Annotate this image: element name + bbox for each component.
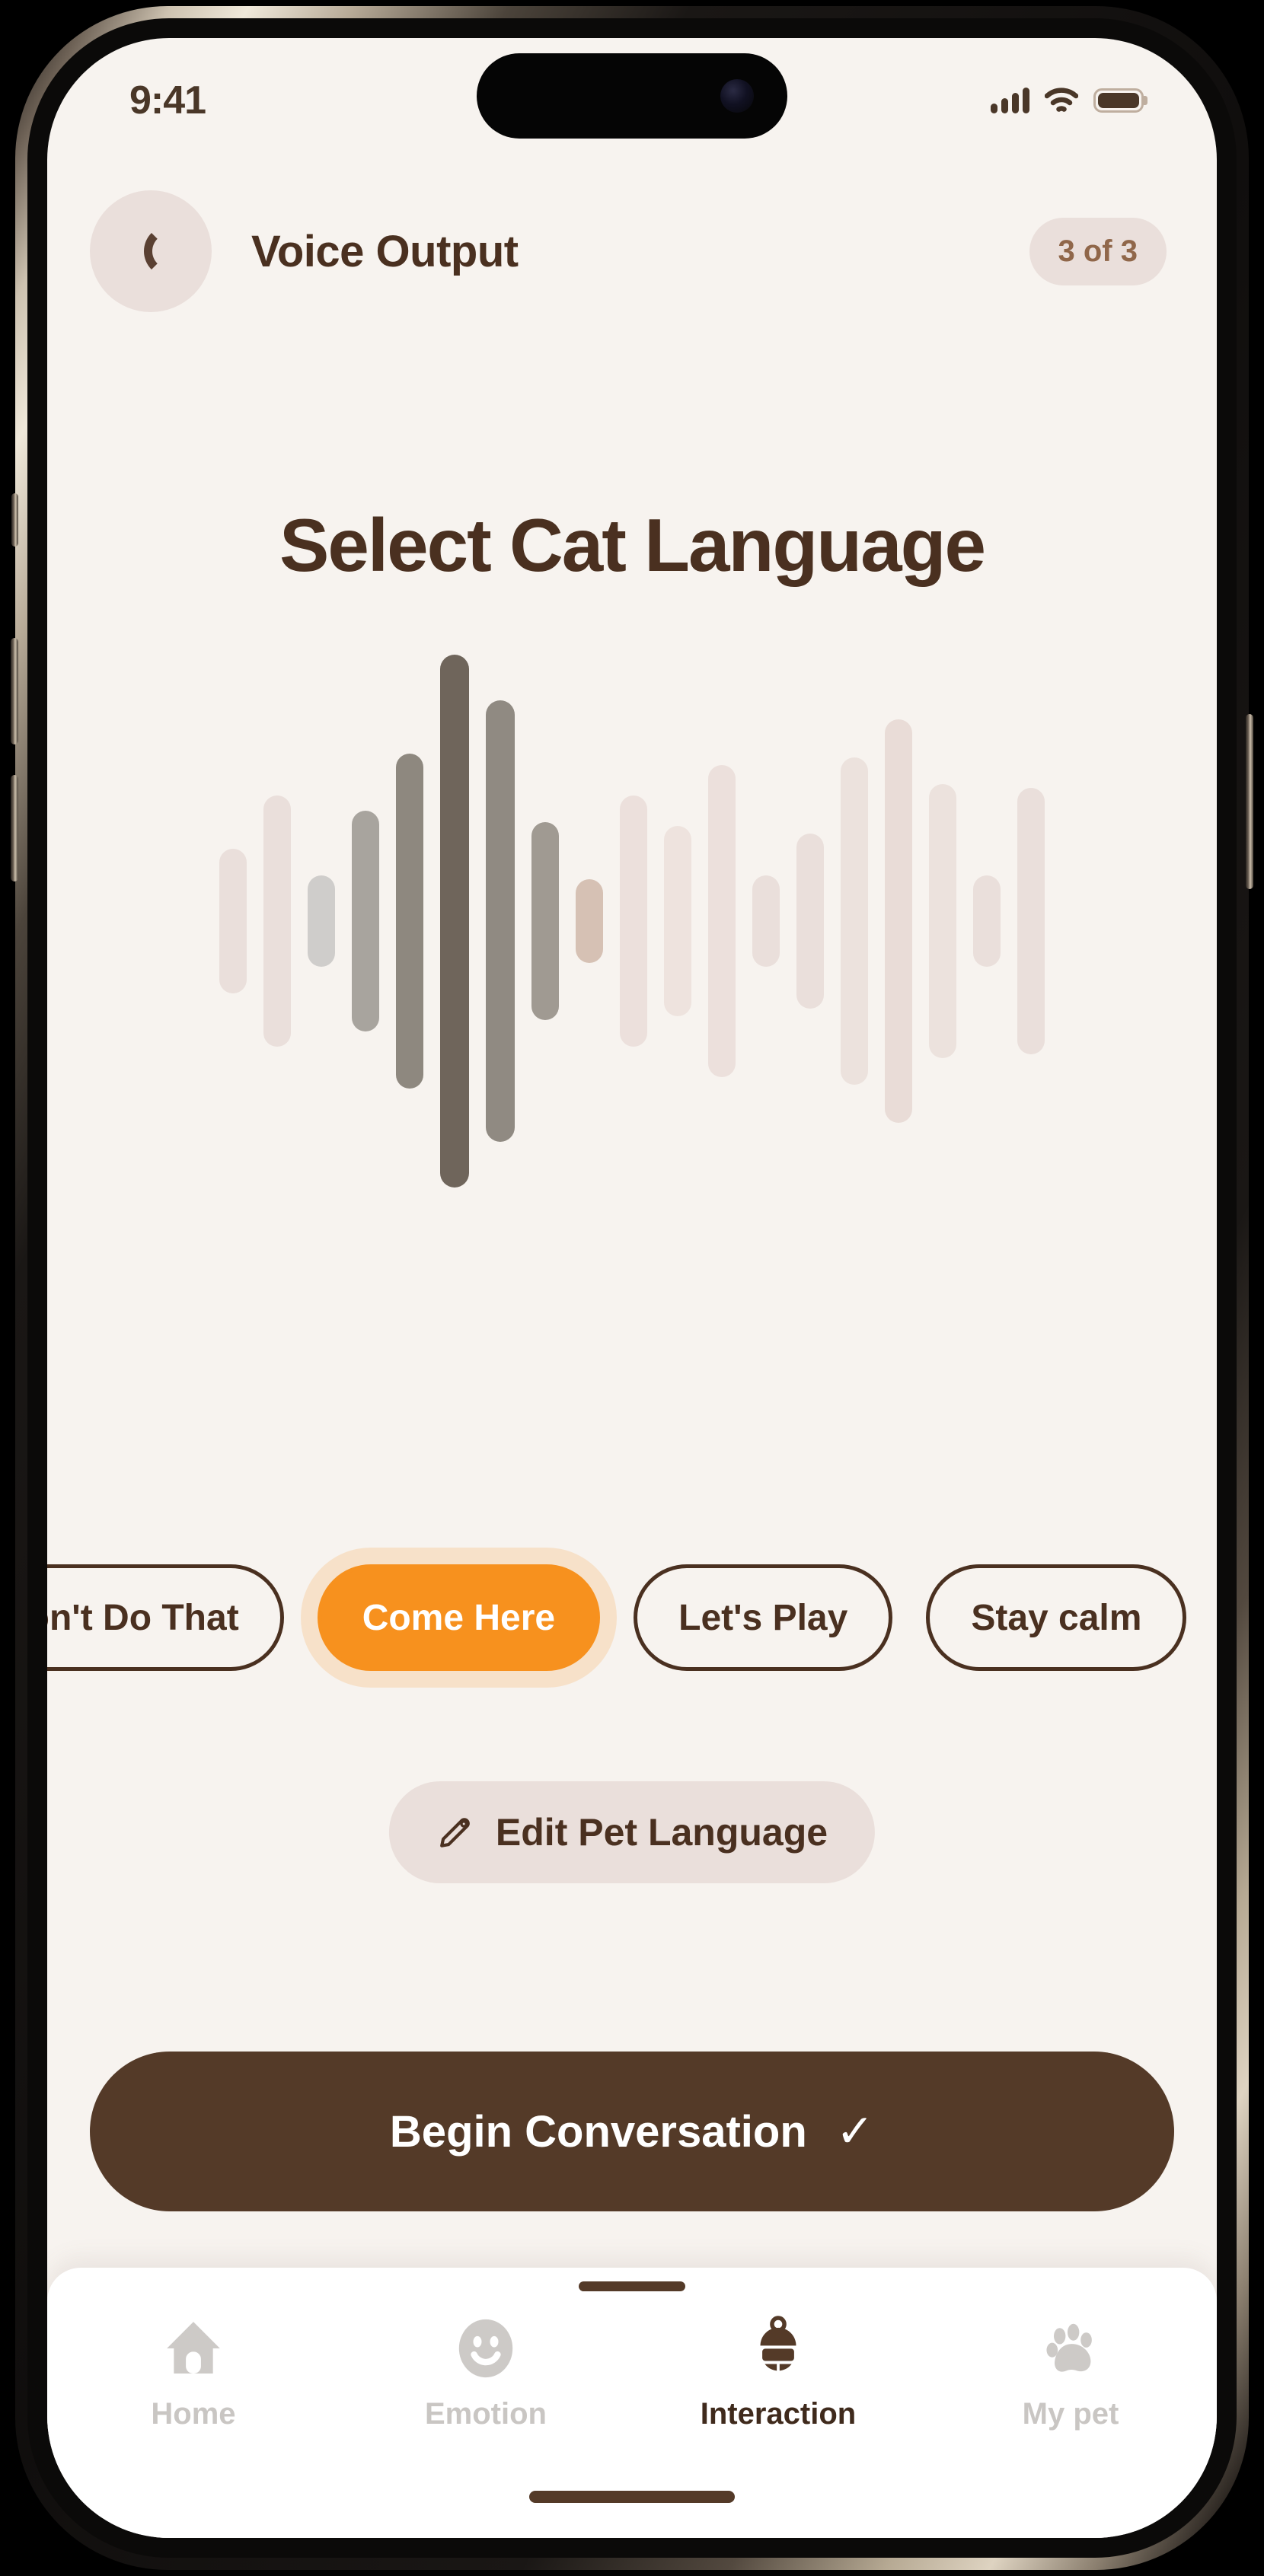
cat-bell-icon xyxy=(745,2312,812,2385)
waveform-bar xyxy=(219,849,247,993)
paw-icon xyxy=(1037,2312,1104,2385)
status-icons xyxy=(991,88,1147,113)
waveform-bar xyxy=(841,757,868,1085)
power-button[interactable] xyxy=(1246,714,1253,889)
begin-conversation-label: Begin Conversation xyxy=(389,2106,807,2157)
waveform-bar xyxy=(531,822,559,1020)
main-heading: Select Cat Language xyxy=(279,503,986,587)
waveform-bar xyxy=(263,795,291,1047)
volume-down-button[interactable] xyxy=(11,775,18,882)
phone-device: 9:41 Voice Output 3 of 3 Select Cat Lang… xyxy=(11,6,1253,2570)
home-indicator xyxy=(529,2491,735,2503)
chevron-left-icon xyxy=(144,225,170,277)
waveform-bar xyxy=(929,784,956,1058)
waveform-bar xyxy=(1017,788,1045,1054)
waveform-bar xyxy=(973,875,1001,967)
phrase-chip[interactable]: Come Here xyxy=(317,1564,601,1671)
dynamic-island xyxy=(477,53,787,139)
volume-up-button[interactable] xyxy=(11,638,18,744)
waveform-bar xyxy=(796,834,824,1009)
check-icon: ✓ xyxy=(835,2106,875,2157)
tab-emotion-label: Emotion xyxy=(425,2397,547,2431)
waveform-bar xyxy=(752,875,780,967)
tab-home-label: Home xyxy=(151,2397,236,2431)
waveform-bar xyxy=(708,765,736,1077)
tab-interaction-label: Interaction xyxy=(700,2397,857,2431)
tab-home[interactable]: Home xyxy=(47,2312,340,2431)
waveform-bar xyxy=(486,700,515,1142)
tab-my-pet[interactable]: My pet xyxy=(924,2312,1217,2431)
tab-emotion[interactable]: Emotion xyxy=(340,2312,632,2431)
phrase-chip[interactable]: Don't Do That xyxy=(47,1564,284,1671)
smiley-icon xyxy=(452,2312,519,2385)
app-header: Voice Output 3 of 3 xyxy=(47,190,1217,312)
wifi-icon xyxy=(1045,88,1078,112)
waveform-bar xyxy=(396,754,423,1089)
waveform-bar xyxy=(352,811,379,1031)
step-badge: 3 of 3 xyxy=(1029,217,1167,285)
waveform-bar xyxy=(440,655,469,1188)
phone-screen: 9:41 Voice Output 3 of 3 Select Cat Lang… xyxy=(47,38,1217,2538)
cellular-signal-icon xyxy=(991,88,1029,113)
edit-pet-language-label: Edit Pet Language xyxy=(495,1811,828,1854)
waveform-bar xyxy=(620,795,647,1047)
home-icon xyxy=(160,2312,227,2385)
tab-my-pet-label: My pet xyxy=(1022,2397,1119,2431)
audio-waveform-visualizer[interactable] xyxy=(47,655,1217,1188)
status-time: 9:41 xyxy=(129,78,206,123)
phrase-chip[interactable]: Stay calm xyxy=(926,1564,1187,1671)
battery-icon xyxy=(1093,88,1147,113)
back-button[interactable] xyxy=(90,190,212,312)
waveform-bar xyxy=(308,875,335,967)
begin-conversation-button[interactable]: Begin Conversation ✓ xyxy=(90,2052,1174,2211)
pencil-icon xyxy=(440,1818,470,1848)
front-camera-icon xyxy=(720,79,754,113)
waveform-bar xyxy=(885,719,912,1123)
tab-interaction[interactable]: Interaction xyxy=(632,2312,924,2431)
waveform-bar xyxy=(576,879,603,963)
edit-pet-language-button[interactable]: Edit Pet Language xyxy=(388,1781,876,1883)
active-tab-indicator xyxy=(579,2281,685,2291)
phrase-chip[interactable]: Let's Play xyxy=(634,1564,893,1671)
silence-switch[interactable] xyxy=(11,493,18,547)
page-title: Voice Output xyxy=(251,226,519,276)
phrase-chips-row[interactable]: Don't Do That Come Here Let's Play Stay cal… xyxy=(47,1557,1217,1679)
waveform-bar xyxy=(664,826,691,1016)
